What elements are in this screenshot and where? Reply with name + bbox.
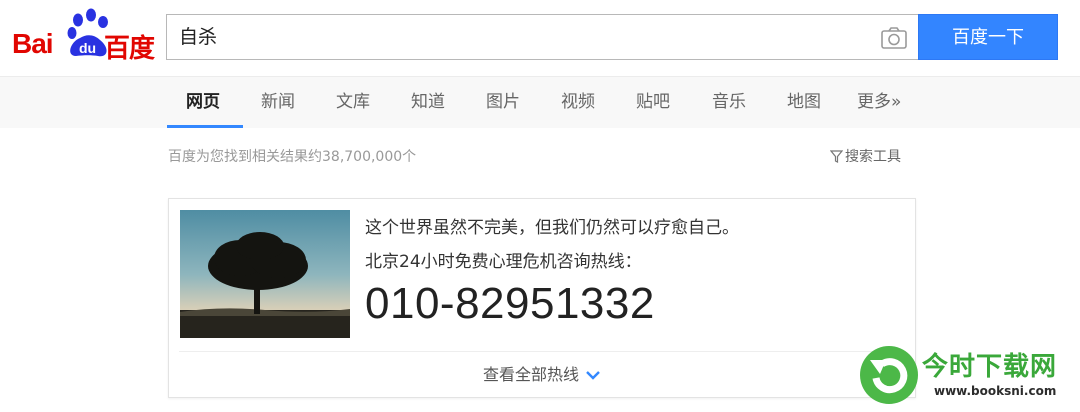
tab-images[interactable]: 图片 xyxy=(486,77,520,129)
tab-tieba[interactable]: 贴吧 xyxy=(636,77,670,129)
tab-more[interactable]: 更多» xyxy=(857,77,901,129)
tab-wenku[interactable]: 文库 xyxy=(336,77,370,129)
camera-icon[interactable] xyxy=(880,26,908,50)
watermark-logo xyxy=(860,346,918,404)
tab-web[interactable]: 网页 xyxy=(186,77,220,129)
refresh-arrow-icon xyxy=(870,358,908,394)
logo-text-bai: Bai xyxy=(12,28,54,59)
search-tools-button[interactable]: 搜索工具 xyxy=(830,146,901,166)
chevron-down-icon xyxy=(586,371,600,380)
filter-icon xyxy=(830,150,843,163)
baidu-logo[interactable]: Bai du 百度 xyxy=(10,8,158,64)
active-tab-indicator xyxy=(167,125,243,128)
logo-text-du: du xyxy=(79,40,96,56)
search-button[interactable]: 百度一下 xyxy=(918,14,1058,60)
watermark-title: 今时下载网 xyxy=(922,352,1058,382)
hotline-number[interactable]: 010-82951332 xyxy=(365,279,655,329)
tree-image xyxy=(180,210,350,338)
tab-zhidao[interactable]: 知道 xyxy=(411,77,445,129)
hotline-card: 这个世界虽然不完美，但我们仍然可以疗愈自己。 北京24小时免费心理危机咨询热线：… xyxy=(168,198,916,398)
view-all-hotlines-link[interactable]: 查看全部热线 xyxy=(169,361,915,385)
card-divider xyxy=(179,351,905,352)
hotline-label: 北京24小时免费心理危机咨询热线： xyxy=(365,252,642,272)
watermark: 今时下载网 www.booksni.com xyxy=(860,344,1074,408)
card-message: 这个世界虽然不完美，但我们仍然可以疗愈自己。 xyxy=(365,218,739,238)
search-box[interactable]: 自杀 xyxy=(166,14,918,60)
logo-text-baidu-cn: 百度 xyxy=(104,34,155,64)
tab-map[interactable]: 地图 xyxy=(787,77,821,129)
tab-video[interactable]: 视频 xyxy=(561,77,595,129)
tabs-bar: 网页 新闻 文库 知道 图片 视频 贴吧 音乐 地图 更多» xyxy=(0,76,1080,128)
header: Bai du 百度 自杀 百度一下 xyxy=(0,0,1080,76)
search-input[interactable]: 自杀 xyxy=(179,15,217,59)
result-count: 百度为您找到相关结果约38,700,000个 xyxy=(168,149,417,165)
search-tools-label: 搜索工具 xyxy=(845,149,901,165)
watermark-url: www.booksni.com xyxy=(934,384,1057,398)
tab-news[interactable]: 新闻 xyxy=(261,77,295,129)
tab-music[interactable]: 音乐 xyxy=(712,77,746,129)
view-all-label: 查看全部热线 xyxy=(482,365,579,384)
